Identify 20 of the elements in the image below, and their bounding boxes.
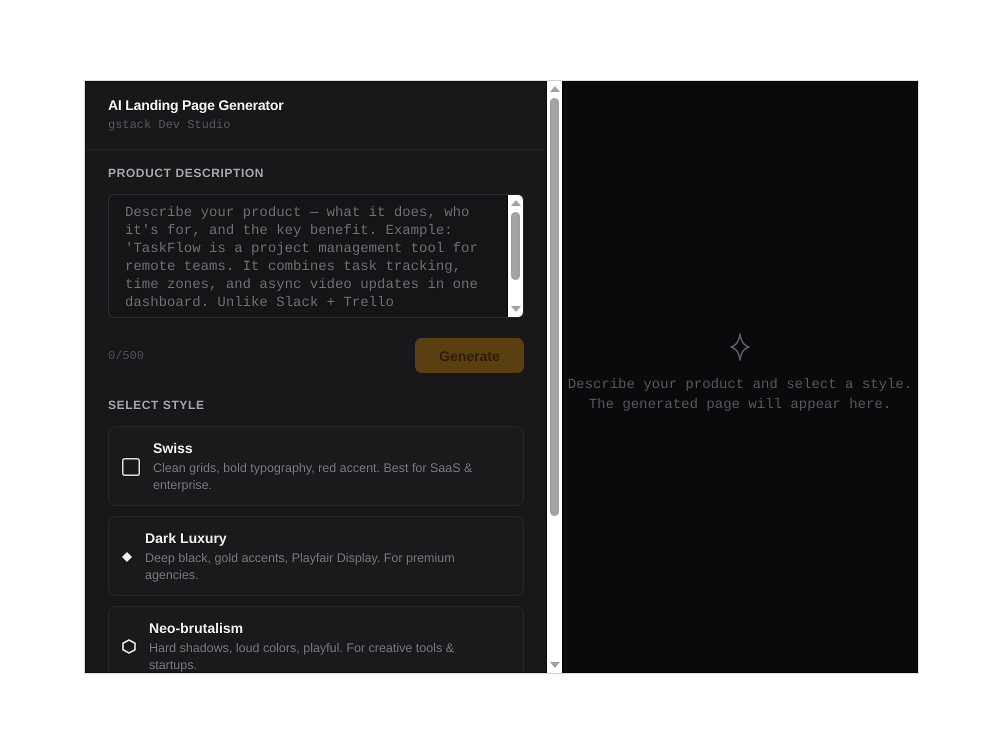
style-description: Hard shadows, loud colors, playful. For creative tools & startups. (149, 640, 455, 673)
sparkle-icon (730, 333, 750, 361)
style-description: Clean grids, bold typography, red accent. Best for SaaS & enterprise. (153, 460, 474, 494)
section-label: PRODUCT DESCRIPTION (108, 165, 266, 181)
empty-state-message: Describe your product and select a style. The generated page will appear here. (566, 376, 914, 415)
hexagon-icon (122, 639, 136, 654)
style-option[interactable]: Dark Luxury Deep black, gold accents, Playfair Display. For premium agencies. (108, 516, 524, 596)
style-name: Dark Luxury (145, 529, 228, 547)
style-name: Swiss (153, 439, 194, 457)
section-label: SELECT STYLE (108, 397, 206, 413)
style-option[interactable]: Swiss Clean grids, bold typography, red accent. Best for SaaS & enterprise. (108, 426, 524, 506)
style-description: Deep black, gold accents, Playfair Display. For premium agencies. (145, 550, 456, 584)
style-option[interactable]: Neo-brutalism Hard shadows, loud colors, playful. For creative tools & startups. (108, 606, 524, 673)
app-title: AI Landing Page Generator (108, 96, 284, 114)
diamond-icon (122, 552, 132, 562)
scrollbar[interactable] (508, 195, 523, 317)
description-field[interactable]: Describe your product — what it does, who it's for, and the key benefit. Example: 'TaskFlow is a project management tool for remote teams. It combines task tracking, time zones, and async video updates in one dashboard. Unlike Slack + Trello (108, 194, 524, 318)
square-icon (122, 458, 140, 476)
style-name: Neo-brutalism (149, 619, 244, 637)
studio-name: gstack Dev Studio (108, 117, 232, 133)
